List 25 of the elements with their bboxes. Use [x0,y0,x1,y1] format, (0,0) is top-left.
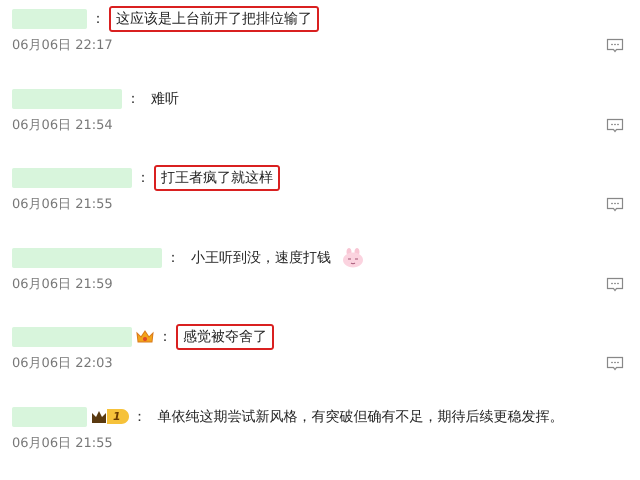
colon: ： [91,10,105,28]
comment-reply-icon[interactable] [606,118,624,134]
colon: ： [136,169,150,187]
highlighted-comment-text: 这应该是上台前开了把排位输了 [109,6,319,32]
comment-time: 06月06日 22:03 [12,355,113,372]
comment-reply-icon[interactable] [606,276,624,292]
comment-text: 单依纯这期尝试新风格，有突破但确有不足，期待后续更稳发挥。 [156,408,565,426]
comment-time: 06月06日 21:54 [12,116,113,134]
highlighted-comment-text: 打王者疯了就这样 [154,165,280,191]
crown-icon [136,329,154,345]
level-badge: 1 [91,408,129,426]
comment-time: 06月06日 22:17 [12,37,113,54]
colon: ： [126,90,140,108]
comment-reply-icon[interactable] [606,197,624,213]
highlighted-comment-text: 感觉被夺舍了 [176,324,274,350]
comment-text: 小王听到没，速度打钱 [190,248,332,268]
comment-time: 06月06日 21:55 [12,434,113,452]
colon: ： [166,248,180,266]
comment-time: 06月06日 21:55 [12,196,113,213]
colon: ： [132,408,147,426]
comment-reply-icon[interactable] [606,38,624,54]
comment-reply-icon[interactable] [606,356,624,372]
colon: ： [158,328,172,346]
comment-text: 难听 [150,90,180,108]
comment-time: 06月06日 21:59 [12,276,113,292]
